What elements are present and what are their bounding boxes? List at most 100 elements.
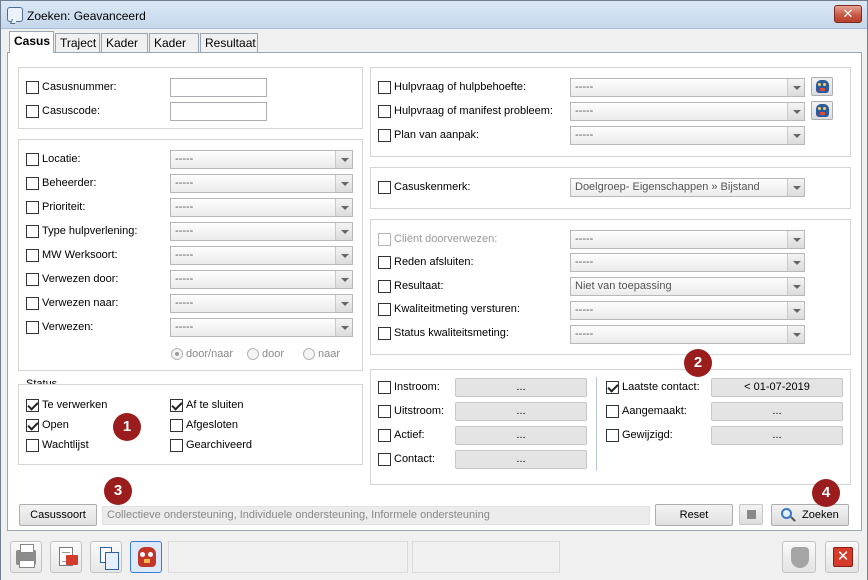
chevron-down-icon[interactable]	[787, 326, 804, 343]
status-af-te-sluiten-checkbox[interactable]	[170, 399, 183, 412]
chevron-down-icon[interactable]	[335, 199, 352, 216]
resultaat-checkbox[interactable]	[378, 280, 391, 293]
client-doorverwezen-select[interactable]: -----	[570, 230, 805, 249]
instroom-checkbox[interactable]	[378, 381, 391, 394]
contact-checkbox[interactable]	[378, 453, 391, 466]
export-button[interactable]	[50, 541, 82, 573]
chevron-down-icon[interactable]	[335, 319, 352, 336]
shield-button[interactable]	[782, 541, 816, 573]
radio-naar[interactable]	[303, 348, 315, 360]
tab-kader-ii[interactable]: Kader II	[149, 33, 199, 69]
kwaliteitmeting-versturen-checkbox[interactable]	[378, 303, 391, 316]
prioriteit-select[interactable]: -----	[170, 198, 353, 217]
plan-van-aanpak-checkbox[interactable]	[378, 129, 391, 142]
radio-door-naar[interactable]	[171, 348, 183, 360]
resultaat-select[interactable]: Niet van toepassing	[570, 277, 805, 296]
casuscode-checkbox[interactable]	[26, 105, 39, 118]
chevron-down-icon[interactable]	[335, 271, 352, 288]
radio-door-label: door	[262, 348, 285, 360]
tab-kader-i[interactable]: Kader I	[101, 33, 148, 69]
status-te-verwerken-checkbox[interactable]	[26, 399, 39, 412]
print-button[interactable]	[10, 541, 42, 573]
verwezen-select[interactable]: -----	[170, 318, 353, 337]
zoeken-label: Zoeken	[802, 509, 839, 521]
locatie-checkbox[interactable]	[26, 153, 39, 166]
tab-casus[interactable]: Casus	[9, 31, 54, 53]
gewijzigd-date-button[interactable]: ...	[711, 426, 843, 445]
tab-traject[interactable]: Traject	[55, 33, 100, 53]
plan-van-aanpak-select[interactable]: -----	[570, 126, 805, 145]
prioriteit-checkbox[interactable]	[26, 201, 39, 214]
zoeken-button[interactable]: Zoeken	[771, 504, 849, 526]
casuskenmerk-select[interactable]: Doelgroep- Eigenschappen » Bijstand	[570, 178, 805, 197]
uitstroom-date-button[interactable]: ...	[455, 402, 587, 421]
hulpvraag-behoefte-lookup-button[interactable]	[811, 77, 833, 96]
beheerder-select[interactable]: -----	[170, 174, 353, 193]
window-close-button[interactable]: ✕	[834, 5, 862, 23]
casussoort-button[interactable]: Casussoort	[19, 504, 97, 526]
status-kwaliteitsmeting-checkbox[interactable]	[378, 327, 391, 340]
type-hulpverlening-select[interactable]: -----	[170, 222, 353, 241]
mw-werksoort-select[interactable]: -----	[170, 246, 353, 265]
chevron-down-icon[interactable]	[335, 247, 352, 264]
chevron-down-icon[interactable]	[335, 223, 352, 240]
hulpvraag-behoefte-select[interactable]: -----	[570, 78, 805, 97]
contact-date-button[interactable]: ...	[455, 450, 587, 469]
verwezen-door-checkbox[interactable]	[26, 273, 39, 286]
chevron-down-icon[interactable]	[787, 278, 804, 295]
radio-door[interactable]	[247, 348, 259, 360]
instroom-date-button[interactable]: ...	[455, 378, 587, 397]
verwezen-naar-checkbox[interactable]	[26, 297, 39, 310]
hulpvraag-probleem-select[interactable]: -----	[570, 102, 805, 121]
hulpvraag-probleem-checkbox[interactable]	[378, 105, 391, 118]
casusnummer-checkbox[interactable]	[26, 81, 39, 94]
verwezen-checkbox[interactable]	[26, 321, 39, 334]
laatste-contact-date-button[interactable]: < 01-07-2019	[711, 378, 843, 397]
copy-button[interactable]	[90, 541, 122, 573]
status-kwaliteitsmeting-select[interactable]: -----	[570, 325, 805, 344]
casuskenmerk-checkbox[interactable]	[378, 181, 391, 194]
chevron-down-icon[interactable]	[787, 302, 804, 319]
chevron-down-icon[interactable]	[335, 175, 352, 192]
casuscode-input[interactable]	[170, 102, 267, 121]
chevron-down-icon[interactable]	[787, 179, 804, 196]
hulpvraag-behoefte-checkbox[interactable]	[378, 81, 391, 94]
verwezen-naar-select[interactable]: -----	[170, 294, 353, 313]
owl-tool-button[interactable]	[130, 541, 162, 573]
kwaliteitmeting-versturen-select[interactable]: -----	[570, 301, 805, 320]
status-afgesloten-checkbox[interactable]	[170, 419, 183, 432]
status-wachtlijst-checkbox[interactable]	[26, 439, 39, 452]
laatste-contact-checkbox[interactable]	[606, 381, 619, 394]
reden-afsluiten-select[interactable]: -----	[570, 253, 805, 272]
gewijzigd-checkbox[interactable]	[606, 429, 619, 442]
status-open-checkbox[interactable]	[26, 419, 39, 432]
actief-checkbox[interactable]	[378, 429, 391, 442]
verwezen-door-select[interactable]: -----	[170, 270, 353, 289]
verwezen-naar-label: Verwezen naar:	[42, 297, 119, 309]
chevron-down-icon[interactable]	[335, 151, 352, 168]
aangemaakt-checkbox[interactable]	[606, 405, 619, 418]
chevron-down-icon[interactable]	[787, 79, 804, 96]
chevron-down-icon[interactable]	[787, 103, 804, 120]
uitstroom-checkbox[interactable]	[378, 405, 391, 418]
type-hulpverlening-checkbox[interactable]	[26, 225, 39, 238]
chevron-down-icon[interactable]	[787, 254, 804, 271]
exit-button[interactable]: ✕	[825, 541, 859, 573]
beheerder-checkbox[interactable]	[26, 177, 39, 190]
chevron-down-icon[interactable]	[787, 127, 804, 144]
aangemaakt-date-button[interactable]: ...	[711, 402, 843, 421]
locatie-select[interactable]: -----	[170, 150, 353, 169]
actief-date-button[interactable]: ...	[455, 426, 587, 445]
status-gearchiveerd-checkbox[interactable]	[170, 439, 183, 452]
tab-resultaat[interactable]: Resultaat	[200, 33, 258, 53]
reset-button[interactable]: Reset	[655, 504, 733, 526]
chevron-down-icon[interactable]	[787, 231, 804, 248]
hulpvraag-probleem-lookup-button[interactable]	[811, 101, 833, 120]
casusnummer-input[interactable]	[170, 78, 267, 97]
stop-button[interactable]	[739, 504, 763, 525]
mw-werksoort-checkbox[interactable]	[26, 249, 39, 262]
reden-afsluiten-value: -----	[575, 256, 594, 268]
chevron-down-icon[interactable]	[335, 295, 352, 312]
reden-afsluiten-checkbox[interactable]	[378, 256, 391, 269]
client-doorverwezen-label: Cliënt doorverwezen:	[394, 233, 498, 245]
